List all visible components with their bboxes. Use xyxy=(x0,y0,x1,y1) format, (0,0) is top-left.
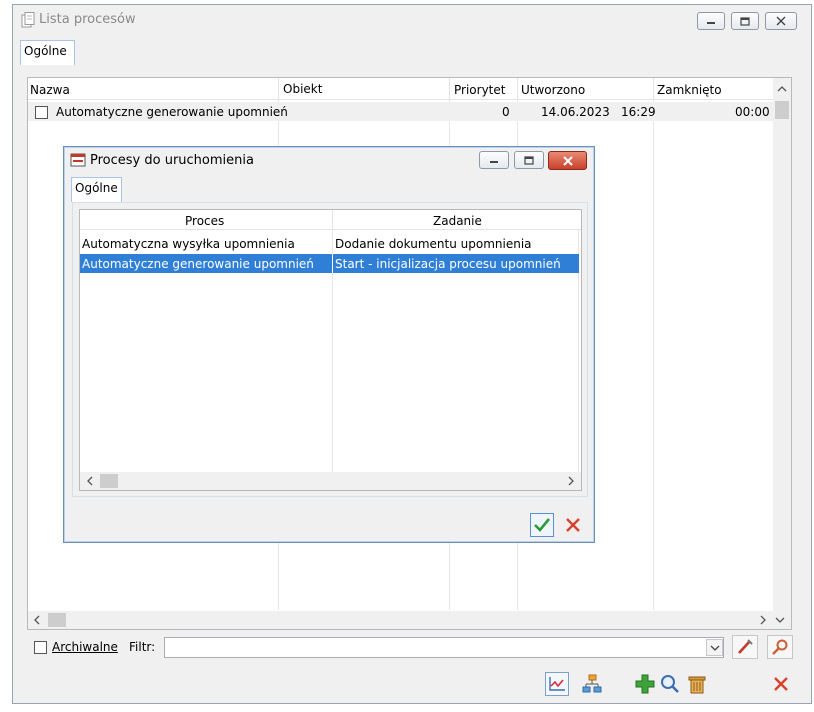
col-divider xyxy=(278,78,279,100)
maximize-icon xyxy=(740,16,750,26)
tab-general-label: Ogólne xyxy=(24,44,67,58)
dialog-scroll-thumb[interactable] xyxy=(100,474,118,488)
col-divider xyxy=(332,254,333,273)
row-name: Automatyczne generowanie upomnień xyxy=(56,105,288,119)
dialog-tab-panel: Proces Zadanie Automatyczna wysyłka upom… xyxy=(72,202,588,497)
col-header-name[interactable]: Nazwa xyxy=(30,83,70,97)
filter-input[interactable] xyxy=(164,637,724,658)
tab-general[interactable]: Ogólne xyxy=(20,40,75,65)
process-table: Proces Zadanie Automatyczna wysyłka upom… xyxy=(79,209,582,491)
vertical-scroll-thumb[interactable] xyxy=(775,101,789,119)
chevron-down-icon xyxy=(710,645,719,651)
close-icon xyxy=(562,155,573,166)
dialog-close-button[interactable] xyxy=(548,151,587,170)
archive-label[interactable]: Archiwalne xyxy=(52,640,118,654)
col-header-priority[interactable]: Priorytet xyxy=(454,83,505,97)
ok-button[interactable] xyxy=(530,513,554,537)
clear-filter-icon xyxy=(738,639,753,654)
chart-icon xyxy=(549,677,565,691)
dialog-title: Procesy do uruchomienia xyxy=(90,153,254,168)
dialog-minimize-button[interactable] xyxy=(479,151,509,169)
scroll-down-icon[interactable] xyxy=(775,616,785,624)
maximize-icon xyxy=(524,155,534,165)
dialog-title-bar[interactable]: Procesy do uruchomienia xyxy=(64,147,594,175)
cancel-button[interactable] xyxy=(561,513,585,537)
row-closed: 00:00 xyxy=(735,105,770,119)
row-zadanie: Dodanie dokumentu upomnienia xyxy=(335,237,532,251)
col-line xyxy=(653,100,654,610)
scroll-up-icon[interactable] xyxy=(777,85,787,93)
row-created-date: 14.06.2023 xyxy=(541,105,610,119)
scroll-left-icon[interactable] xyxy=(86,476,94,486)
title-bar[interactable]: Lista procesów xyxy=(13,5,811,35)
document-icon xyxy=(21,12,35,28)
col-divider xyxy=(653,78,654,100)
process-table-header: Proces Zadanie xyxy=(80,210,581,230)
checkmark-icon xyxy=(534,518,551,532)
vertical-scrollbar[interactable] xyxy=(773,78,791,611)
hierarchy-icon xyxy=(582,674,602,693)
horizontal-scrollbar[interactable] xyxy=(28,611,791,629)
table-row[interactable]: Automatyczna wysyłka upomnienia Dodanie … xyxy=(80,234,579,253)
delete-button[interactable] xyxy=(685,672,709,696)
archive-checkbox[interactable] xyxy=(34,641,47,654)
close-button[interactable] xyxy=(765,12,797,30)
magnifier-icon xyxy=(661,675,679,693)
close-x-icon xyxy=(774,677,788,691)
row-zadanie: Start - inicjalizacja procesu upomnień xyxy=(335,257,561,271)
process-icon xyxy=(70,153,86,167)
minimize-icon xyxy=(707,22,715,24)
col-divider xyxy=(449,78,450,100)
scroll-left-icon[interactable] xyxy=(33,615,41,625)
close-window-button[interactable] xyxy=(769,672,793,696)
minimize-button[interactable] xyxy=(697,12,725,30)
col-header-closed[interactable]: Zamknięto xyxy=(657,83,722,97)
table-row-selected[interactable]: Automatyczne generowanie upomnień Start … xyxy=(80,254,579,273)
preview-button[interactable] xyxy=(658,672,682,696)
row-created-time: 16:29 xyxy=(621,105,656,119)
row-priority: 0 xyxy=(502,105,510,119)
trash-icon xyxy=(688,676,706,694)
col-divider xyxy=(332,210,333,230)
scroll-right-icon[interactable] xyxy=(567,476,575,486)
filter-dropdown-button[interactable] xyxy=(706,639,723,656)
col-header-proces[interactable]: Proces xyxy=(185,214,224,228)
row-proces: Automatyczne generowanie upomnień xyxy=(82,257,314,271)
table-header: Nazwa Obiekt Priorytet Utworzono Zamknię… xyxy=(28,78,791,100)
col-header-zadanie[interactable]: Zadanie xyxy=(433,214,482,228)
horizontal-scroll-thumb[interactable] xyxy=(48,613,66,627)
dialog-maximize-button[interactable] xyxy=(514,151,544,169)
cancel-x-icon xyxy=(566,518,580,532)
window-title: Lista procesów xyxy=(39,12,136,27)
minimize-icon xyxy=(490,161,498,163)
dialog-tab-general-label: Ogólne xyxy=(75,181,118,195)
col-header-object[interactable]: Obiekt xyxy=(283,82,322,96)
dialog-tab-general[interactable]: Ogólne xyxy=(71,177,122,202)
filter-builder-button[interactable] xyxy=(767,635,793,659)
clear-filter-button[interactable] xyxy=(732,635,758,659)
scroll-right-icon[interactable] xyxy=(759,615,767,625)
col-divider xyxy=(517,78,518,100)
hierarchy-button[interactable] xyxy=(580,672,604,696)
row-proces: Automatyczna wysyłka upomnienia xyxy=(82,237,295,251)
table-row[interactable]: Automatyczne generowanie upomnień 0 14.0… xyxy=(28,102,773,121)
dialog-horizontal-scrollbar[interactable] xyxy=(80,472,581,490)
wrench-icon xyxy=(772,639,788,655)
row-checkbox[interactable] xyxy=(35,106,48,119)
filter-label: Filtr: xyxy=(129,640,156,654)
add-button[interactable] xyxy=(633,672,657,696)
close-icon xyxy=(776,16,786,26)
chart-button[interactable] xyxy=(545,672,569,696)
processes-to-run-dialog: Procesy do uruchomienia Ogólne Proces Za… xyxy=(63,146,595,543)
col-header-created[interactable]: Utworzono xyxy=(521,83,585,97)
plus-icon xyxy=(635,674,655,694)
maximize-button[interactable] xyxy=(731,12,759,30)
